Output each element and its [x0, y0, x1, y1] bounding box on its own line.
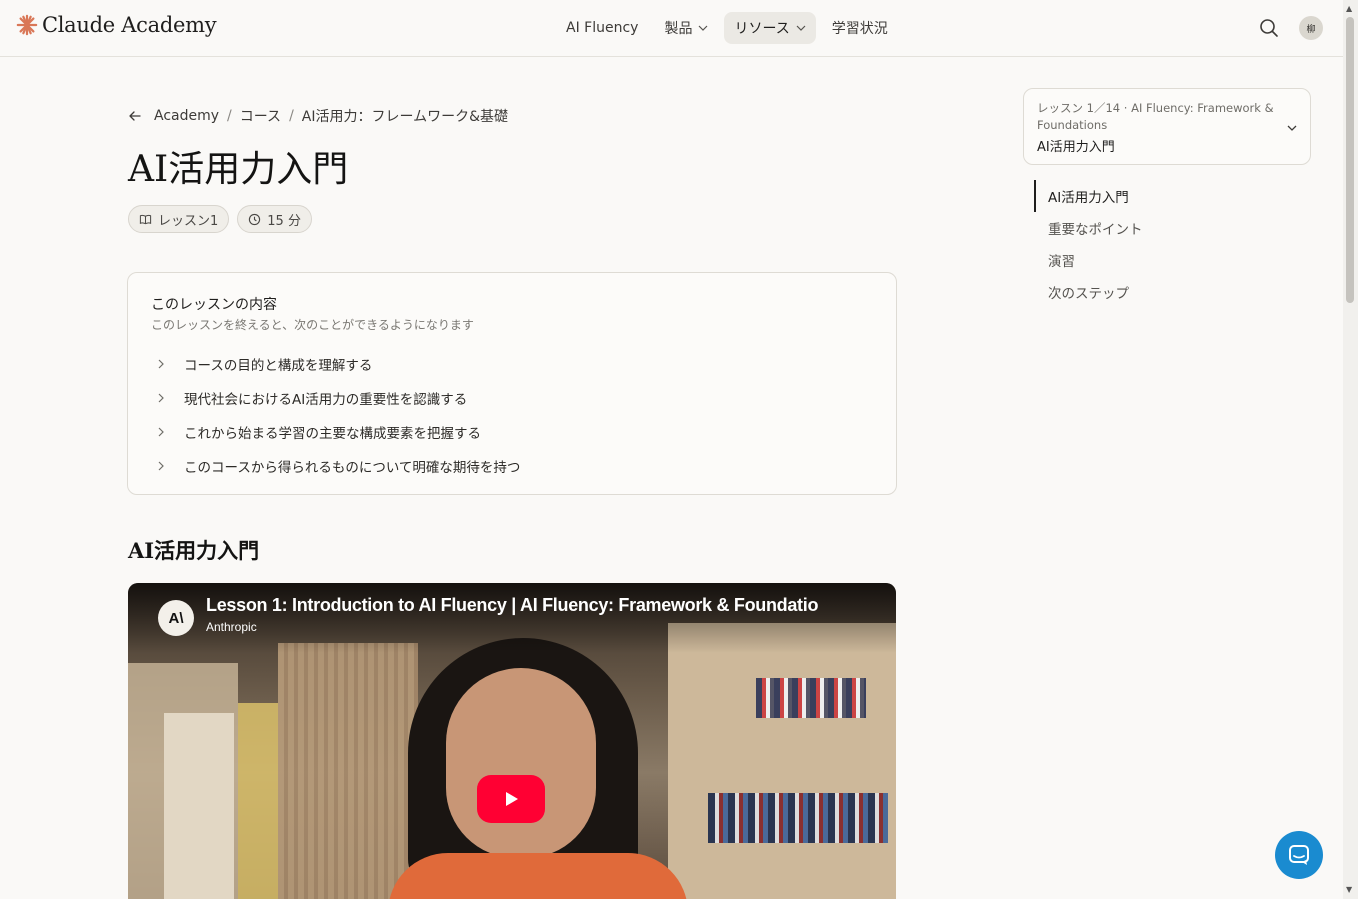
- video-channel[interactable]: Anthropic: [206, 620, 257, 634]
- table-of-contents: AI活用力入門 重要なポイント 演習 次のステップ: [1034, 180, 1143, 308]
- breadcrumb-separator: /: [227, 108, 232, 124]
- toc-item-key-points[interactable]: 重要なポイント: [1034, 212, 1143, 244]
- play-button[interactable]: [477, 775, 545, 823]
- page-title: AI活用力入門: [128, 149, 349, 190]
- breadcrumb-academy[interactable]: Academy: [154, 108, 219, 124]
- logo[interactable]: Claude Academy: [16, 13, 217, 37]
- lesson-selector-meta: レッスン 1／14 · AI Fluency: Framework & Foun…: [1037, 101, 1274, 132]
- video-scene-curtain: [238, 703, 278, 899]
- video-scene-books: [708, 793, 888, 843]
- chat-icon: [1289, 845, 1309, 865]
- chevron-right-icon: [158, 427, 164, 437]
- top-header: Claude Academy AI Fluency 製品 リソース 学習状況 柳: [0, 0, 1343, 57]
- video-player[interactable]: A\ Lesson 1: Introduction to AI Fluency …: [128, 583, 896, 899]
- clock-icon: [249, 213, 261, 225]
- breadcrumb-courses[interactable]: コース: [240, 106, 281, 126]
- chevron-down-icon: [1287, 125, 1297, 131]
- logo-text: Claude Academy: [42, 13, 217, 37]
- lesson-number-badge: レッスン1: [128, 205, 230, 233]
- objective-text: これから始まる学習の主要な構成要素を把握する: [184, 426, 481, 442]
- lesson-objectives-card: このレッスンの内容 このレッスンを終えると、次のことができるようになります コー…: [127, 272, 897, 495]
- main-nav: AI Fluency 製品 リソース 学習状況: [556, 12, 898, 44]
- video-title[interactable]: Lesson 1: Introduction to AI Fluency | A…: [206, 595, 866, 616]
- scroll-up-arrow-icon[interactable]: ▲: [1346, 4, 1352, 13]
- channel-logo[interactable]: A\: [158, 600, 194, 636]
- play-icon: [506, 792, 518, 806]
- duration-badge: 15 分: [237, 205, 312, 233]
- section-heading: AI活用力入門: [128, 538, 260, 563]
- sparkle-icon: [16, 14, 38, 36]
- toc-item-next-steps[interactable]: 次のステップ: [1034, 276, 1143, 308]
- book-icon: [139, 214, 152, 224]
- nav-products[interactable]: 製品: [654, 12, 718, 44]
- objectives-list: コースの目的と構成を理解する 現代社会におけるAI活用力の重要性を認識する これ…: [156, 347, 520, 483]
- objective-text: コースの目的と構成を理解する: [184, 358, 373, 374]
- nav-label: リソース: [734, 21, 790, 37]
- chevron-down-icon: [699, 25, 708, 31]
- chevron-right-icon: [158, 393, 164, 403]
- breadcrumb-separator: /: [289, 108, 294, 124]
- breadcrumb: Academy / コース / AI活用力：フレームワーク&基礎: [128, 106, 508, 126]
- video-scene-wall: [278, 643, 418, 899]
- lesson-number-label: レッスン1: [158, 213, 219, 229]
- chevron-right-icon: [158, 359, 164, 369]
- video-title-overlay: [128, 583, 896, 653]
- chevron-right-icon: [158, 461, 164, 471]
- user-avatar[interactable]: 柳: [1299, 16, 1323, 40]
- scrollbar-thumb[interactable]: [1346, 17, 1354, 303]
- objective-text: このコースから得られるものについて明確な期待を持つ: [184, 460, 521, 476]
- list-item: 現代社会におけるAI活用力の重要性を認識する: [156, 381, 520, 415]
- video-scene-books: [756, 678, 866, 718]
- list-item: このコースから得られるものについて明確な期待を持つ: [156, 449, 520, 483]
- list-item: これから始まる学習の主要な構成要素を把握する: [156, 415, 520, 449]
- video-scene-shelf: [164, 713, 234, 899]
- nav-resources[interactable]: リソース: [724, 12, 816, 44]
- lesson-meta-pills: レッスン1 15 分: [128, 205, 312, 233]
- nav-label: 製品: [664, 21, 693, 37]
- nav-progress[interactable]: 学習状況: [822, 12, 898, 44]
- nav-ai-fluency[interactable]: AI Fluency: [556, 12, 648, 44]
- search-icon[interactable]: [1258, 17, 1280, 39]
- scroll-down-arrow-icon[interactable]: ▼: [1346, 885, 1352, 894]
- list-item: コースの目的と構成を理解する: [156, 347, 520, 381]
- page-scrollbar[interactable]: ▲ ▼: [1343, 0, 1358, 899]
- objective-text: 現代社会におけるAI活用力の重要性を認識する: [184, 392, 468, 408]
- chevron-down-icon: [796, 25, 806, 31]
- toc-item-intro[interactable]: AI活用力入門: [1034, 180, 1143, 212]
- video-scene-bookshelf: [668, 623, 896, 899]
- nav-label: AI Fluency: [566, 20, 639, 36]
- objectives-subtitle: このレッスンを終えると、次のことができるようになります: [151, 318, 474, 332]
- duration-label: 15 分: [267, 213, 301, 229]
- objectives-title: このレッスンの内容: [151, 297, 277, 313]
- chat-support-button[interactable]: [1275, 831, 1323, 879]
- breadcrumb-course[interactable]: AI活用力：フレームワーク&基礎: [302, 106, 508, 126]
- nav-label: 学習状況: [831, 21, 888, 37]
- lesson-selector-current: AI活用力入門: [1037, 140, 1115, 155]
- lesson-selector[interactable]: レッスン 1／14 · AI Fluency: Framework & Foun…: [1023, 88, 1311, 165]
- video-scene-person-shirt: [388, 853, 688, 899]
- video-scene-person-face: [446, 668, 596, 858]
- toc-item-exercise[interactable]: 演習: [1034, 244, 1143, 276]
- arrow-left-icon[interactable]: [128, 109, 142, 123]
